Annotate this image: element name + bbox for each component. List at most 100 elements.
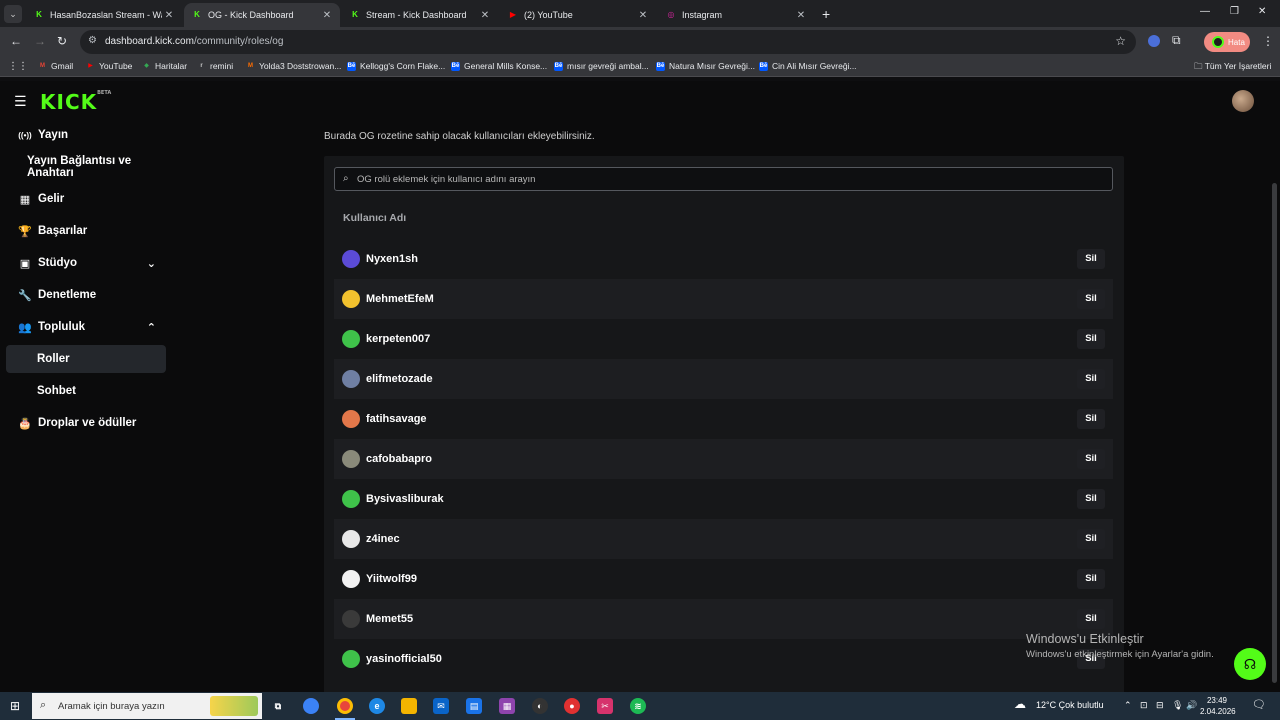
page-scrollbar[interactable] xyxy=(1272,183,1277,683)
support-chat-button[interactable]: ☊ xyxy=(1234,648,1266,680)
new-tab-button[interactable]: + xyxy=(822,6,830,22)
all-bookmarks-button[interactable]: 🗀 Tüm Yer İşaretleri xyxy=(1194,61,1271,75)
user-search-input[interactable] xyxy=(357,168,1097,190)
recorder-icon[interactable]: ● xyxy=(564,698,580,714)
bookmark-item[interactable]: M Yolda3 Doststrowan... xyxy=(246,61,341,71)
chevron-down-icon: ⌄ xyxy=(146,257,156,270)
bookmark-star-icon[interactable]: ☆ xyxy=(1115,34,1126,48)
windows-start-icon[interactable]: ⊞ xyxy=(10,699,20,713)
browser-tab[interactable]: ◎ Instagram ✕ xyxy=(658,3,814,27)
back-icon[interactable]: ← xyxy=(10,34,22,48)
username[interactable]: cafobabapro xyxy=(366,453,432,465)
username[interactable]: Bysivasliburak xyxy=(366,493,444,505)
remove-user-button[interactable]: Sil xyxy=(1077,529,1105,549)
bookmark-item[interactable]: Bē Cin Ali Mısır Gevreği... xyxy=(759,61,857,71)
sidebar-item-gelir[interactable]: ▦ Gelir xyxy=(6,185,166,213)
bookmark-item[interactable]: ◆ Haritalar xyxy=(142,61,187,71)
close-window-icon[interactable]: ✕ xyxy=(1258,6,1266,17)
username[interactable]: fatihsavage xyxy=(366,413,427,425)
site-info-icon[interactable]: ⚙ xyxy=(88,35,97,46)
bookmark-item[interactable]: Bē Kellogg's Corn Flake... xyxy=(347,61,445,71)
remove-user-button[interactable]: Sil xyxy=(1077,449,1105,469)
bookmark-item[interactable]: Bē Natura Mısır Gevreği... xyxy=(656,61,755,71)
weather-icon[interactable]: ☁ xyxy=(1014,697,1026,711)
tray-chevron-up-icon[interactable]: ⌃ xyxy=(1124,700,1132,711)
remove-user-button[interactable]: Sil xyxy=(1077,609,1105,629)
bookmark-item[interactable]: Bē General Mills Konse... xyxy=(451,61,547,71)
bookmark-item[interactable]: ▶ YouTube xyxy=(86,61,132,71)
spotify-icon[interactable]: ≋ xyxy=(630,698,646,714)
username[interactable]: Yiitwolf99 xyxy=(366,573,417,585)
username[interactable]: elifmetozade xyxy=(366,373,433,385)
url-text[interactable]: dashboard.kick.com/community/roles/og xyxy=(105,36,283,47)
sidebar-item-studyo[interactable]: ▣ Stüdyo ⌄ xyxy=(6,249,166,277)
remove-user-button[interactable]: Sil xyxy=(1077,329,1105,349)
kick-logo[interactable]: KICKBETA xyxy=(40,90,111,114)
sidebar-item-denetleme[interactable]: 🔧 Denetleme xyxy=(6,281,166,309)
extensions-puzzle-icon[interactable]: ⧉ xyxy=(1172,33,1181,48)
file-explorer-icon[interactable] xyxy=(401,698,417,714)
username[interactable]: Memet55 xyxy=(366,613,413,625)
tab-close-icon[interactable]: ✕ xyxy=(636,10,650,21)
user-search-field[interactable]: ⌕ xyxy=(334,167,1113,191)
remove-user-button[interactable]: Sil xyxy=(1077,289,1105,309)
hamburger-menu-icon[interactable]: ☰ xyxy=(14,93,27,110)
minimize-icon[interactable]: — xyxy=(1200,6,1210,17)
profile-error-button[interactable]: Hata xyxy=(1204,32,1250,52)
browser-tab[interactable]: K HasanBozaslan Stream - Watch ✕ xyxy=(26,3,182,27)
task-view-icon[interactable]: ⧉ xyxy=(270,698,286,714)
remove-user-button[interactable]: Sil xyxy=(1077,489,1105,509)
sidebar-item-droplar[interactable]: 🎂 Droplar ve ödüller xyxy=(6,409,166,437)
copilot-icon[interactable] xyxy=(303,698,319,714)
tab-close-icon[interactable]: ✕ xyxy=(320,10,334,21)
volume-icon[interactable]: 🔊 xyxy=(1186,700,1197,711)
username[interactable]: Nyxen1sh xyxy=(366,253,418,265)
remove-user-button[interactable]: Sil xyxy=(1077,409,1105,429)
remove-user-button[interactable]: Sil xyxy=(1077,569,1105,589)
app-icon[interactable]: ◐ xyxy=(532,698,548,714)
tab-close-icon[interactable]: ✕ xyxy=(162,10,176,21)
forward-icon[interactable]: → xyxy=(34,34,46,48)
browser-tab-active[interactable]: K OG - Kick Dashboard ✕ xyxy=(184,3,340,27)
sidebar-item-roller[interactable]: Roller xyxy=(6,345,166,373)
sidebar-item-basarilar[interactable]: 🏆 Başarılar xyxy=(6,217,166,245)
microphone-icon[interactable]: 🎙 xyxy=(1172,700,1183,711)
bookmark-item[interactable]: M Gmail xyxy=(38,61,73,71)
notification-icon[interactable]: 🗨 xyxy=(1252,698,1266,711)
chrome-icon[interactable] xyxy=(337,698,353,714)
remove-user-button[interactable]: Sil xyxy=(1077,249,1105,269)
browser-menu-icon[interactable]: ⋮ xyxy=(1262,34,1274,48)
bookmark-item[interactable]: Bē mısır gevreği ambal... xyxy=(554,61,649,71)
tab-close-icon[interactable]: ✕ xyxy=(794,10,808,21)
username[interactable]: MehmetEfeM xyxy=(366,293,434,305)
apps-grid-icon[interactable]: ⋮⋮ xyxy=(8,61,28,72)
tab-search-button[interactable]: ⌄ xyxy=(4,5,22,23)
browser-tab[interactable]: K Stream - Kick Dashboard ✕ xyxy=(342,3,498,27)
browser-tab[interactable]: ▶ (2) YouTube ✕ xyxy=(500,3,656,27)
bookmark-item[interactable]: r remini xyxy=(197,61,233,71)
sidebar-item-stream-key[interactable]: Yayın Bağlantısı ve Anahtarı xyxy=(6,153,166,181)
tab-close-icon[interactable]: ✕ xyxy=(478,10,492,21)
tray-app-icon[interactable]: ⊡ xyxy=(1140,700,1148,711)
store-icon[interactable]: ▤ xyxy=(466,698,482,714)
mail-icon[interactable]: ✉ xyxy=(433,698,449,714)
username[interactable]: kerpeten007 xyxy=(366,333,430,345)
sidebar-item-sohbet[interactable]: Sohbet xyxy=(6,377,166,405)
system-clock[interactable]: 23:49 2.04.2026 xyxy=(1200,695,1236,717)
edge-icon[interactable]: e xyxy=(369,698,385,714)
taskbar-search[interactable]: ⌕ Aramak için buraya yazın xyxy=(32,693,262,719)
sidebar-item-topluluk[interactable]: 👥 Topluluk ⌃ xyxy=(6,313,166,341)
sidebar-item-yayin[interactable]: ((•)) Yayın xyxy=(6,121,166,149)
restore-icon[interactable]: ❐ xyxy=(1230,6,1239,17)
capcut-icon[interactable]: ✂ xyxy=(597,698,613,714)
winrar-icon[interactable]: ▦ xyxy=(499,698,515,714)
network-icon[interactable]: ⊟ xyxy=(1156,700,1164,711)
username[interactable]: yasinofficial50 xyxy=(366,653,442,665)
user-avatar[interactable] xyxy=(1232,90,1254,112)
address-bar[interactable]: ⚙ dashboard.kick.com/community/roles/og … xyxy=(80,30,1136,54)
reload-icon[interactable]: ↻ xyxy=(57,34,67,48)
remove-user-button[interactable]: Sil xyxy=(1077,369,1105,389)
extension-icon[interactable] xyxy=(1148,35,1160,47)
weather-text[interactable]: 12°C Çok bulutlu xyxy=(1036,700,1104,710)
username[interactable]: z4inec xyxy=(366,533,400,545)
